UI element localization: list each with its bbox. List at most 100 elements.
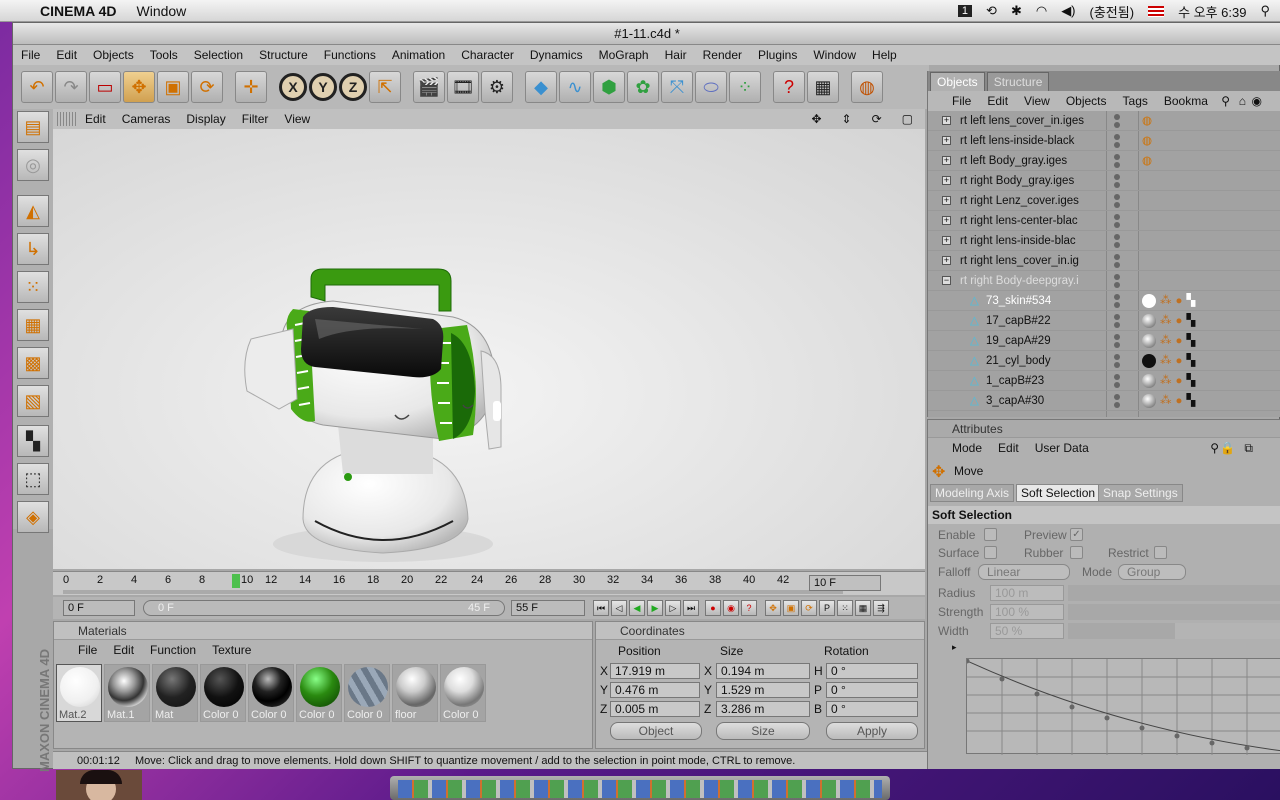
spotlight-icon[interactable]: ⚲ xyxy=(1260,3,1270,19)
view-icon[interactable]: ◉ xyxy=(1252,94,1262,108)
uv-mode-icon[interactable]: ▧ xyxy=(17,385,49,417)
orbit-icon[interactable]: ⟳ xyxy=(864,112,890,126)
material-tag-silver[interactable] xyxy=(1142,374,1156,388)
objects-menu-objects[interactable]: Objects xyxy=(1066,94,1107,108)
expand-icon[interactable]: + xyxy=(942,256,951,265)
play-backward-icon[interactable]: ◀ xyxy=(629,600,645,616)
object-row[interactable]: − rt right Body-deepgray.i xyxy=(928,271,1280,291)
position-y-field[interactable]: 0.476 m xyxy=(610,682,700,698)
objects-menu-tags[interactable]: Tags xyxy=(1123,94,1148,108)
grip-icon[interactable] xyxy=(57,112,77,126)
graph-expand-icon[interactable]: ▸ xyxy=(952,642,957,653)
material-swatch[interactable]: Mat xyxy=(152,664,198,722)
go-to-start-icon[interactable]: ⏮ xyxy=(593,600,609,616)
menu-selection[interactable]: Selection xyxy=(186,48,251,62)
timeline-ruler[interactable]: 0 2 4 6 8 10 12 14 16 18 20 22 24 26 28 … xyxy=(53,571,925,595)
move-tool-icon[interactable]: ✥ xyxy=(123,71,155,103)
go-to-end-icon[interactable]: ⏭ xyxy=(683,600,699,616)
object-row[interactable]: + rt left lens-inside-black ◍ xyxy=(928,131,1280,151)
size-mode-select[interactable]: Size xyxy=(716,722,810,740)
object-row[interactable]: + rt right Lenz_cover.iges xyxy=(928,191,1280,211)
render-settings-icon[interactable]: ⚙ xyxy=(481,71,513,103)
play-forward-icon[interactable]: ▶ xyxy=(647,600,663,616)
nurbs-icon[interactable]: ⬢ xyxy=(593,71,625,103)
tab-modeling-axis[interactable]: Modeling Axis xyxy=(930,484,1015,502)
visibility-dots[interactable] xyxy=(1110,314,1128,328)
attributes-menu-edit[interactable]: Edit xyxy=(998,441,1019,455)
menu-help[interactable]: Help xyxy=(864,48,905,62)
visibility-dots[interactable] xyxy=(1110,374,1128,388)
object-row[interactable]: △ 3_capA#30 ⁂ ● ▚ xyxy=(928,391,1280,411)
tab-snap-settings[interactable]: Snap Settings xyxy=(1098,484,1183,502)
home-icon[interactable]: ⌂ xyxy=(1239,94,1246,108)
uvw-tag-icon[interactable]: ● xyxy=(1176,311,1183,331)
visibility-dots[interactable] xyxy=(1110,194,1128,208)
visibility-dots[interactable] xyxy=(1110,334,1128,348)
visibility-dots[interactable] xyxy=(1110,114,1128,128)
key-position-icon[interactable]: ✥ xyxy=(765,600,781,616)
object-row[interactable]: + rt right Body_gray.iges xyxy=(928,171,1280,191)
array-icon[interactable]: ✿ xyxy=(627,71,659,103)
restrict-checkbox[interactable] xyxy=(1154,546,1167,559)
size-x-field[interactable]: 0.194 m xyxy=(716,663,810,679)
rotation-p-field[interactable]: 0 ° xyxy=(826,682,918,698)
dock-app-icons[interactable] xyxy=(398,780,882,798)
material-tag-silver[interactable] xyxy=(1142,394,1156,408)
viewport-menu-edit[interactable]: Edit xyxy=(77,112,114,126)
object-row[interactable]: △ 19_capA#29 ⁂ ● ▚ xyxy=(928,331,1280,351)
checker-tag-icon[interactable]: ▚ xyxy=(1186,371,1195,391)
menu-tools[interactable]: Tools xyxy=(142,48,186,62)
material-tag-silver[interactable] xyxy=(1142,314,1156,328)
x-axis-lock-icon[interactable]: X xyxy=(279,73,307,101)
material-tag-white[interactable] xyxy=(1142,294,1156,308)
time-machine-icon[interactable]: ⟲ xyxy=(986,3,997,19)
width-slider[interactable] xyxy=(1068,623,1280,639)
checker-tag-icon[interactable]: ▚ xyxy=(1186,291,1195,311)
object-row[interactable]: + rt left lens_cover_in.iges ◍ xyxy=(928,111,1280,131)
material-tag-black[interactable] xyxy=(1142,354,1156,368)
z-axis-lock-icon[interactable]: Z xyxy=(339,73,367,101)
points-mode-icon[interactable]: ⁙ xyxy=(17,271,49,303)
materials-menu-edit[interactable]: Edit xyxy=(113,643,134,657)
edges-mode-icon[interactable]: ▦ xyxy=(17,309,49,341)
material-swatch[interactable]: Color 0 xyxy=(248,664,294,722)
material-swatch[interactable]: Color 0 xyxy=(344,664,390,722)
viewport-menu-cameras[interactable]: Cameras xyxy=(114,112,179,126)
key-param-icon[interactable]: P xyxy=(819,600,835,616)
menu-render[interactable]: Render xyxy=(695,48,750,62)
falloff-select[interactable]: Linear xyxy=(978,564,1070,580)
material-swatch[interactable]: Mat.2 xyxy=(56,664,102,722)
rect-select-icon[interactable]: ▭ xyxy=(89,71,121,103)
visibility-dots[interactable] xyxy=(1110,174,1128,188)
visibility-dots[interactable] xyxy=(1110,154,1128,168)
material-swatch[interactable]: Mat.1 xyxy=(104,664,150,722)
materials-menu-texture[interactable]: Texture xyxy=(212,643,251,657)
wifi-icon[interactable]: ◠ xyxy=(1036,3,1047,19)
pan-icon[interactable]: ✥ xyxy=(803,112,829,126)
uvw-tag-icon[interactable]: ● xyxy=(1176,391,1183,411)
sphere-tag-icon[interactable]: ◍ xyxy=(1142,111,1152,131)
uvw-tag-icon[interactable]: ● xyxy=(1176,371,1183,391)
visibility-dots[interactable] xyxy=(1110,134,1128,148)
object-row[interactable]: △ 73_skin#534 ⁂ ● ▚ xyxy=(928,291,1280,311)
expand-icon[interactable]: + xyxy=(942,156,951,165)
object-row[interactable]: △ 1_capB#23 ⁂ ● ▚ xyxy=(928,371,1280,391)
object-row[interactable]: + rt right lens-center-blac xyxy=(928,211,1280,231)
key-rotation-icon[interactable]: ⟳ xyxy=(801,600,817,616)
sculpt-icon[interactable]: ◈ xyxy=(17,501,49,533)
material-swatch[interactable]: Color 0 xyxy=(440,664,486,722)
uvw-tag-icon[interactable]: ● xyxy=(1176,291,1183,311)
visibility-dots[interactable] xyxy=(1110,274,1128,288)
mode-select[interactable]: Group xyxy=(1118,564,1186,580)
deformer-icon[interactable]: ⤧ xyxy=(661,71,693,103)
model-mode-icon[interactable]: ◭ xyxy=(17,195,49,227)
maximize-icon[interactable]: ▢ xyxy=(894,112,921,126)
viewport-menu-display[interactable]: Display xyxy=(178,112,233,126)
bluetooth-icon[interactable]: ✱ xyxy=(1011,3,1022,19)
battery-status[interactable]: (충전됨) xyxy=(1090,2,1135,21)
strength-slider[interactable] xyxy=(1068,604,1280,620)
expand-icon[interactable]: + xyxy=(942,116,951,125)
expand-icon[interactable]: + xyxy=(942,236,951,245)
material-swatch[interactable]: Color 0 xyxy=(296,664,342,722)
flag-icon[interactable] xyxy=(1148,5,1165,17)
